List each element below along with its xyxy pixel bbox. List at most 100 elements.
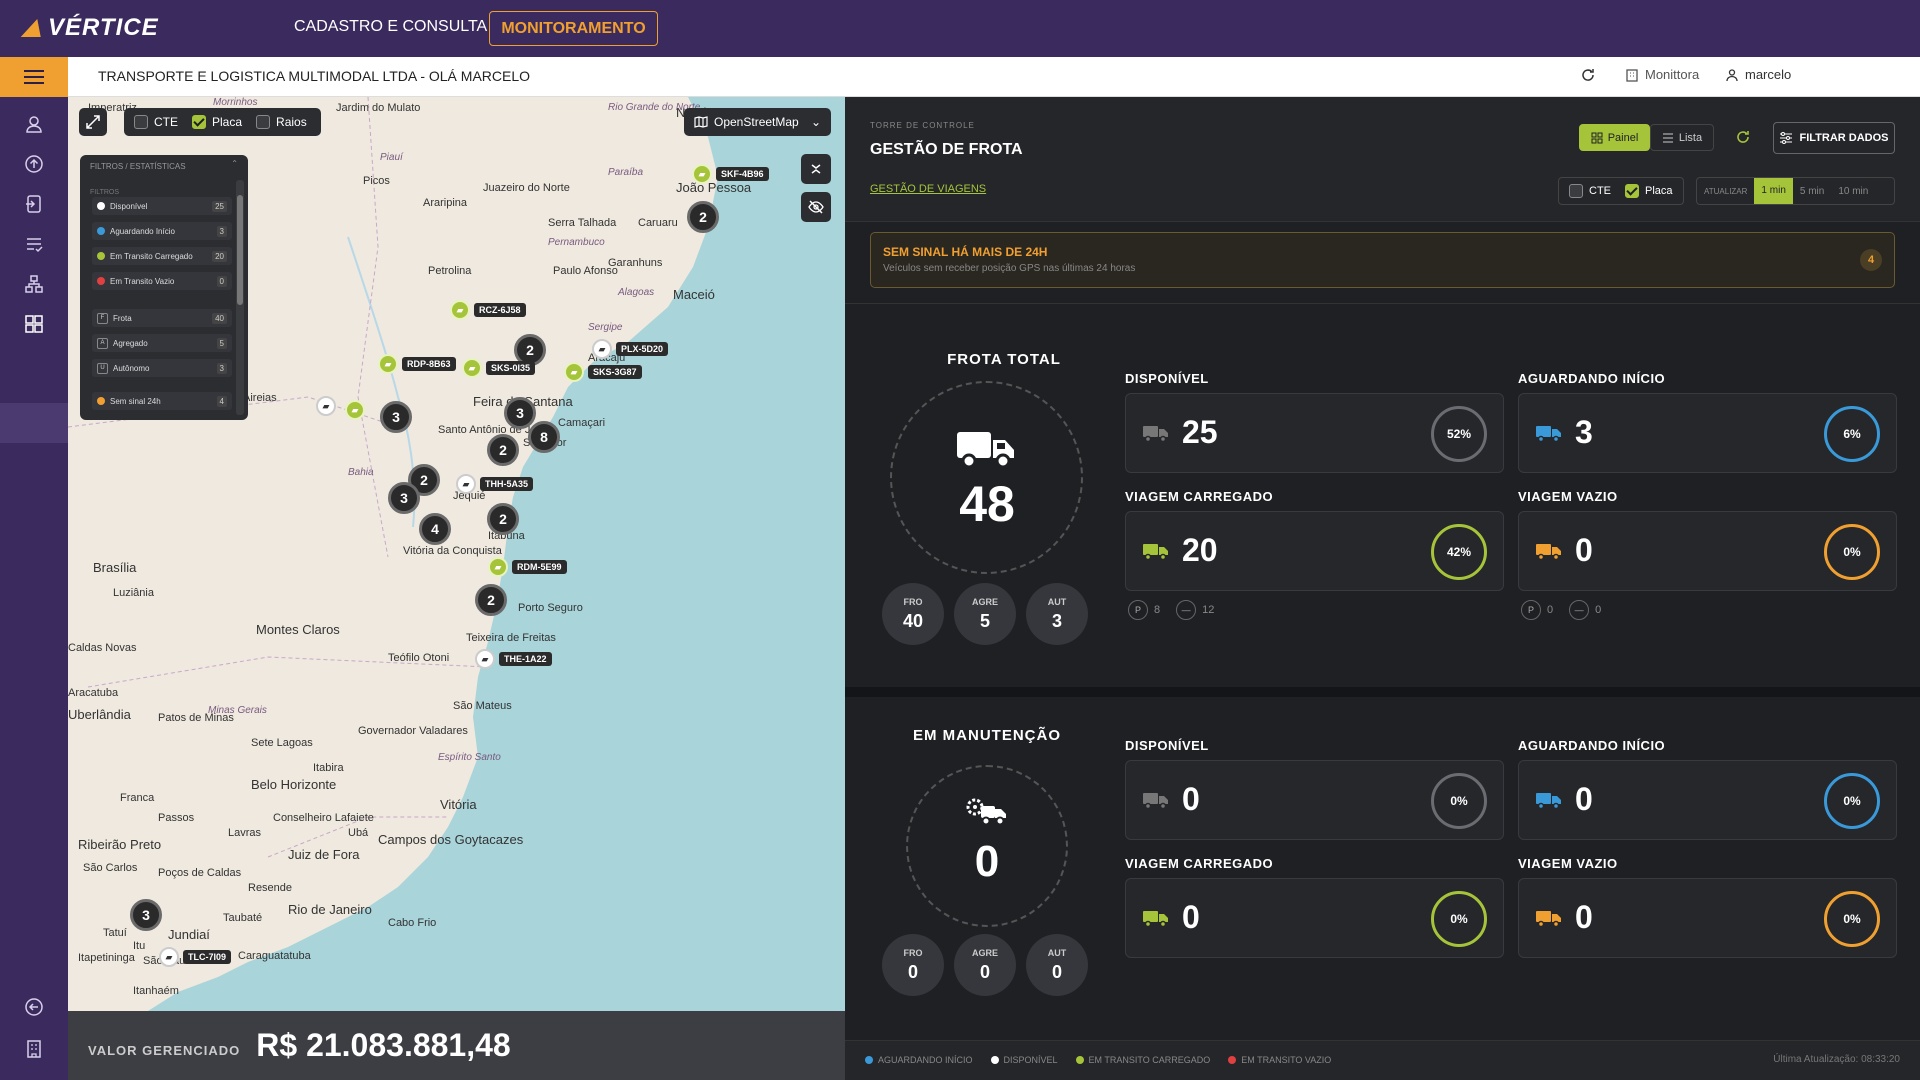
status-card[interactable]: 0 0% bbox=[1518, 878, 1897, 958]
filter-type-row[interactable]: U Autônomo 3 bbox=[92, 359, 232, 377]
filter-type-row[interactable]: F Frota 40 bbox=[92, 309, 232, 327]
vehicle-pin[interactable]: ▰ bbox=[159, 947, 179, 967]
vehicle-plate-label[interactable]: THH-5A35 bbox=[480, 477, 534, 491]
panel-placa-checkbox[interactable] bbox=[1625, 184, 1639, 198]
status-card[interactable]: 0 0% bbox=[1518, 760, 1897, 840]
vehicle-pin[interactable]: ▰ bbox=[692, 164, 712, 184]
filter-nosignal-row[interactable]: Sem sinal 24h 4 bbox=[92, 392, 232, 410]
sidebar-document-icon[interactable] bbox=[24, 194, 44, 214]
filters-scrollbar[interactable] bbox=[236, 180, 244, 415]
last-update: Última Atualização: 08:33:20 bbox=[1773, 1054, 1900, 1065]
map-place-label: São Mateus bbox=[453, 700, 512, 712]
vehicle-pin[interactable]: ▰ bbox=[456, 474, 476, 494]
filter-status-row[interactable]: Em Transito Carregado 20 bbox=[92, 247, 232, 265]
sidebar-user-icon[interactable] bbox=[24, 114, 44, 134]
map-cte-checkbox[interactable] bbox=[134, 115, 148, 129]
status-card[interactable]: 0 0% bbox=[1125, 878, 1504, 958]
map-place-label: São Carlos bbox=[83, 862, 138, 874]
map-cluster[interactable]: 8 bbox=[528, 421, 560, 453]
vehicle-plate-label[interactable]: TLC-7I09 bbox=[183, 950, 232, 964]
map-cluster[interactable]: 4 bbox=[419, 513, 451, 545]
map-cluster[interactable]: 3 bbox=[388, 482, 420, 514]
legend-item: EM TRANSITO VAZIO bbox=[1228, 1055, 1331, 1065]
sidebar-dashboard-icon[interactable] bbox=[24, 314, 44, 334]
sidebar-checklist-icon[interactable] bbox=[24, 234, 44, 254]
status-card[interactable]: 20 42% bbox=[1125, 511, 1504, 591]
hamburger-menu-button[interactable] bbox=[0, 57, 68, 97]
map-place-label: Piauí bbox=[380, 152, 403, 163]
map-cluster[interactable]: 2 bbox=[475, 584, 507, 616]
map-placa-checkbox[interactable] bbox=[192, 115, 206, 129]
map-raios-checkbox[interactable] bbox=[256, 115, 271, 129]
view-painel-button[interactable]: Painel bbox=[1579, 124, 1650, 151]
vehicle-pin[interactable]: ▰ bbox=[462, 358, 482, 378]
sidebar-back-icon[interactable] bbox=[24, 997, 44, 1017]
interval-5min[interactable]: 5 min bbox=[1793, 186, 1831, 197]
map-place-label: Itabira bbox=[313, 762, 344, 774]
interval-1min[interactable]: 1 min bbox=[1754, 178, 1793, 204]
vehicle-pin[interactable]: ▰ bbox=[378, 354, 398, 374]
sidebar-upload-icon[interactable] bbox=[24, 154, 44, 174]
map-place-label: Itapetininga bbox=[78, 952, 135, 964]
filter-status-row[interactable]: Em Transito Vazio 0 bbox=[92, 272, 232, 290]
interval-10min[interactable]: 10 min bbox=[1831, 186, 1875, 197]
sidebar-network-icon[interactable] bbox=[24, 274, 44, 294]
vehicle-pin[interactable]: ▰ bbox=[475, 649, 495, 669]
status-card[interactable]: 0 0% bbox=[1125, 760, 1504, 840]
filtrar-dados-button[interactable]: FILTRAR DADOS bbox=[1773, 122, 1895, 154]
vehicle-plate-label[interactable]: RDP-8B63 bbox=[402, 357, 456, 371]
no-signal-alert[interactable]: SEM SINAL HÁ MAIS DE 24H Veículos sem re… bbox=[870, 232, 1895, 288]
vehicle-pin[interactable]: ▰ bbox=[564, 362, 584, 382]
vehicle-plate-label[interactable]: RDM-5E99 bbox=[512, 560, 567, 574]
vehicle-pin[interactable]: ▰ bbox=[592, 339, 612, 359]
map-cluster[interactable]: 2 bbox=[687, 201, 719, 233]
map-place-label: Petrolina bbox=[428, 265, 472, 277]
status-card-title: AGUARDANDO INÍCIO bbox=[1518, 371, 1666, 386]
nav-monitoramento[interactable]: MONITORAMENTO bbox=[489, 11, 658, 46]
vehicle-plate-label[interactable]: SKS-0I35 bbox=[486, 361, 536, 375]
map-cluster[interactable]: 3 bbox=[130, 899, 162, 931]
status-card[interactable]: 0 0% bbox=[1518, 511, 1897, 591]
hide-labels-button[interactable] bbox=[801, 192, 831, 222]
map-cluster[interactable]: 2 bbox=[487, 503, 519, 535]
map-place-label: Caraguatatuba bbox=[238, 950, 311, 962]
status-card[interactable]: 25 52% bbox=[1125, 393, 1504, 473]
chevron-down-icon: ⌄ bbox=[810, 115, 821, 129]
filter-type-row[interactable]: A Agregado 5 bbox=[92, 334, 232, 352]
filter-status-row[interactable]: Aguardando Início 3 bbox=[92, 222, 232, 240]
map-cluster[interactable]: 3 bbox=[504, 397, 536, 429]
map-layer-select[interactable]: OpenStreetMap ⌄ bbox=[684, 108, 831, 136]
sidebar-building-icon[interactable] bbox=[24, 1039, 44, 1059]
valor-gerenciado-bar: VALOR GERENCIADO R$ 21.083.881,48 bbox=[68, 1011, 845, 1080]
status-truck-icon bbox=[1535, 424, 1563, 447]
vehicle-plate-label[interactable]: PLX-5D20 bbox=[616, 342, 669, 356]
chevron-up-icon[interactable]: ⌃ bbox=[231, 159, 238, 168]
view-lista-button[interactable]: Lista bbox=[1650, 124, 1714, 151]
map-place-label: João Pessoa bbox=[676, 180, 752, 195]
panel-cte-checkbox[interactable] bbox=[1569, 184, 1583, 198]
vehicle-plate-label[interactable]: SKF-4B96 bbox=[716, 167, 769, 181]
status-card[interactable]: 3 6% bbox=[1518, 393, 1897, 473]
map-place-label: Montes Claros bbox=[256, 622, 340, 637]
vehicle-plate-label[interactable]: THE-1A22 bbox=[499, 652, 552, 666]
user-menu[interactable]: marcelo bbox=[1725, 67, 1791, 82]
map-place-label: Governador Valadares bbox=[358, 725, 468, 737]
map-cluster[interactable]: 2 bbox=[487, 434, 519, 466]
vehicle-pin[interactable]: ▰ bbox=[316, 396, 336, 416]
map-cluster[interactable]: 3 bbox=[380, 401, 412, 433]
nav-cadastro-consulta[interactable]: CADASTRO E CONSULTA bbox=[294, 18, 487, 36]
vehicle-pin[interactable]: ▰ bbox=[488, 557, 508, 577]
vehicle-plate-label[interactable]: RCZ-6J58 bbox=[474, 303, 526, 317]
vehicle-pin[interactable]: ▰ bbox=[450, 300, 470, 320]
panel-refresh-icon[interactable] bbox=[1735, 129, 1751, 150]
fullscreen-button[interactable] bbox=[79, 108, 107, 136]
gestao-viagens-link[interactable]: GESTÃO DE VIAGENS bbox=[870, 183, 986, 195]
monitor-link[interactable]: Monittora bbox=[1625, 67, 1699, 82]
filter-status-row[interactable]: Disponível 25 bbox=[92, 197, 232, 215]
vehicle-pin[interactable]: ▰ bbox=[345, 400, 365, 420]
collapse-button[interactable] bbox=[801, 154, 831, 184]
vehicle-plate-label[interactable]: SKS-3G87 bbox=[588, 365, 642, 379]
frota-total-value: 48 bbox=[959, 476, 1015, 532]
refresh-icon[interactable] bbox=[1580, 67, 1596, 83]
logo[interactable]: VÉRTICE bbox=[20, 14, 159, 42]
